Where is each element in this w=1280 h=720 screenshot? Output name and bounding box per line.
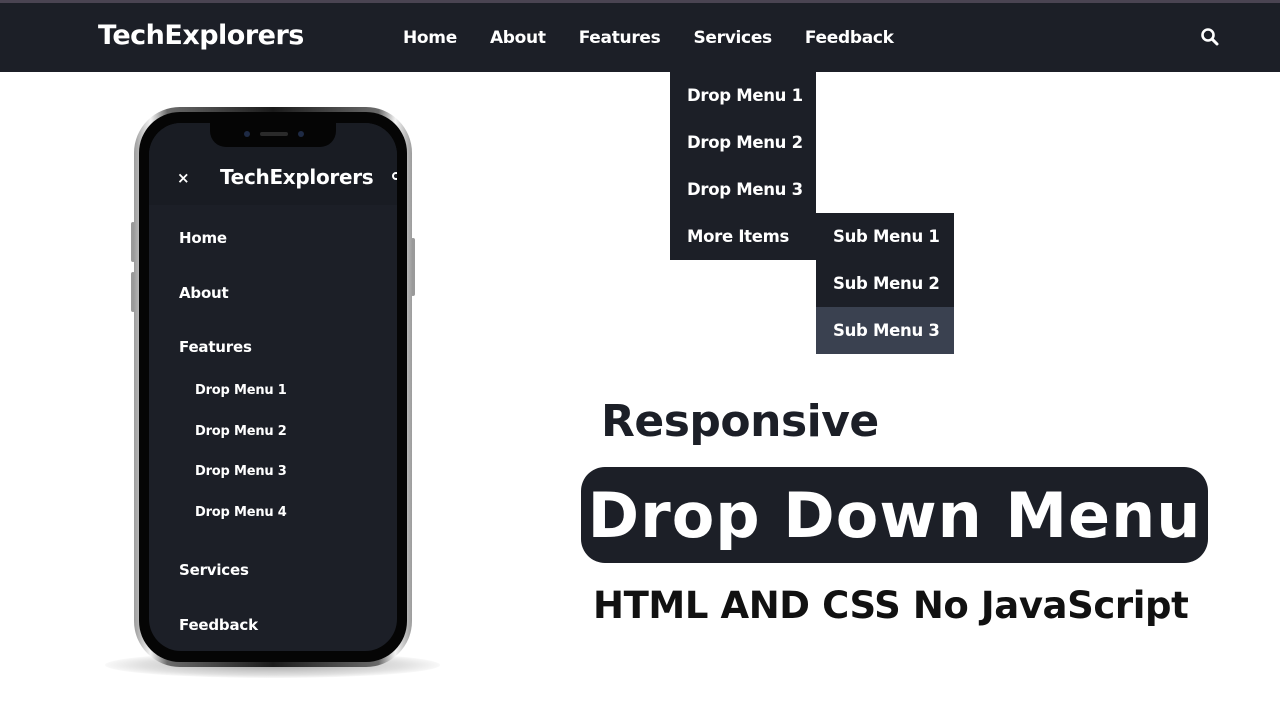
services-dropdown: Drop Menu 1 Drop Menu 2 Drop Menu 3 More… (670, 72, 816, 260)
mobile-search-icon[interactable] (392, 172, 397, 180)
headline-responsive: Responsive (601, 396, 879, 447)
mobile-item-feedback[interactable]: Feedback (179, 616, 258, 634)
nav-about[interactable]: About (490, 28, 546, 48)
submenu-item-2[interactable]: Sub Menu 2 (816, 260, 954, 307)
search-icon[interactable] (1200, 27, 1220, 47)
close-icon[interactable]: × (177, 169, 190, 187)
mobile-item-services[interactable]: Services (179, 561, 249, 579)
phone-notch (210, 123, 336, 147)
dropdown-item-2[interactable]: Drop Menu 2 (670, 119, 816, 166)
nav-features[interactable]: Features (579, 28, 661, 48)
mobile-subitem-2[interactable]: Drop Menu 2 (195, 424, 287, 439)
speaker-grill (260, 132, 288, 136)
submenu-item-1[interactable]: Sub Menu 1 (816, 213, 954, 260)
camera-dot (298, 131, 304, 137)
mobile-subitem-1[interactable]: Drop Menu 1 (195, 383, 287, 398)
nav-home[interactable]: Home (403, 28, 457, 48)
mobile-subitem-3[interactable]: Drop Menu 3 (195, 464, 287, 479)
brand-logo[interactable]: TechExplorers (98, 20, 304, 51)
dropdown-more-items[interactable]: More Items (670, 213, 816, 260)
mobile-brand[interactable]: TechExplorers (220, 165, 374, 189)
nav-feedback[interactable]: Feedback (805, 28, 894, 48)
submenu-item-3-active[interactable]: Sub Menu 3 (816, 307, 954, 354)
dropdown-item-1[interactable]: Drop Menu 1 (670, 72, 816, 119)
mobile-item-about[interactable]: About (179, 284, 229, 302)
camera-dot (244, 131, 250, 137)
title-banner: Drop Down Menu (581, 467, 1208, 563)
nav-services[interactable]: Services (693, 28, 772, 48)
phone-screen: × TechExplorers Home About Features Drop… (149, 123, 397, 651)
dropdown-item-3[interactable]: Drop Menu 3 (670, 166, 816, 213)
phone-bezel: × TechExplorers Home About Features Drop… (139, 112, 407, 662)
mobile-subitem-4[interactable]: Drop Menu 4 (195, 505, 287, 520)
navbar: TechExplorers Home About Features Servic… (0, 3, 1280, 72)
headline-subtitle: HTML AND CSS No JavaScript (593, 584, 1189, 627)
headline-title: Drop Down Menu (587, 478, 1202, 552)
nav-links: Home About Features Services Feedback (403, 3, 927, 72)
mobile-item-features[interactable]: Features (179, 338, 252, 356)
phone-mockup: × TechExplorers Home About Features Drop… (134, 107, 412, 667)
more-items-submenu: Sub Menu 1 Sub Menu 2 Sub Menu 3 (816, 213, 954, 354)
mobile-item-home[interactable]: Home (179, 229, 227, 247)
